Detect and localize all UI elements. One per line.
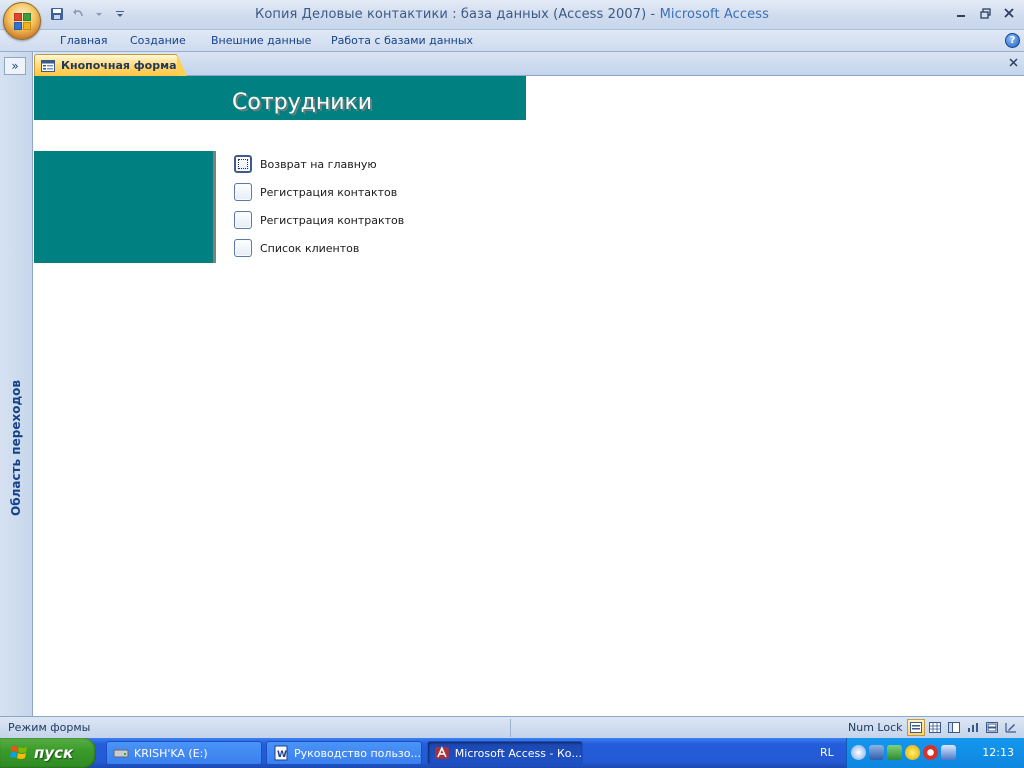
window-controls [950, 3, 1020, 23]
ribbon-tab-bar: Главная Создание Внешние данные Работа с… [0, 30, 1024, 52]
switchboard-label[interactable]: Список клиентов [260, 242, 359, 255]
access-icon [434, 746, 449, 759]
pivot-table-view-icon[interactable] [945, 719, 963, 736]
navigation-pane[interactable]: » Область переходов [0, 52, 33, 716]
tray-icons [851, 745, 956, 760]
window-title-app: Microsoft Access [659, 7, 769, 22]
taskbar-item-label: Microsoft Access - Ко... [454, 746, 582, 760]
switchboard-button-home[interactable] [234, 155, 252, 173]
pivot-chart-view-icon[interactable] [964, 719, 982, 736]
switchboard-item[interactable]: Список клиентов [234, 238, 359, 258]
status-divider [510, 719, 511, 737]
switchboard-label[interactable]: Регистрация контрактов [260, 214, 404, 227]
taskbar-item-label: KRISH'KA (E:) [134, 746, 208, 760]
switchboard-label[interactable]: Регистрация контактов [260, 186, 397, 199]
window-title: Копия Деловые контактики : база данных (… [0, 7, 1024, 22]
window-title-document: Копия Деловые контактики : база данных (… [255, 7, 647, 22]
form-view-icon[interactable] [907, 719, 925, 736]
safely-remove-icon[interactable] [887, 745, 902, 760]
tab-create[interactable]: Создание [130, 34, 186, 47]
windows-logo-icon [10, 746, 27, 759]
drive-icon [113, 749, 129, 758]
taskbar-item-word[interactable]: W Руководство пользо... [266, 741, 422, 765]
taskbar-item-label: Руководство пользо... [293, 746, 421, 760]
clock: 12:13 [982, 746, 1014, 759]
status-num-lock: Num Lock [848, 721, 903, 734]
datasheet-view-icon[interactable] [926, 719, 944, 736]
taskbar-item-access[interactable]: Microsoft Access - Ко... [427, 741, 583, 765]
document-tab-strip: Кнопочная форма [34, 52, 1024, 76]
nav-pane-expand-button[interactable]: » [4, 57, 26, 75]
antivirus-icon[interactable] [923, 745, 938, 760]
view-switcher [907, 719, 1020, 736]
system-tray: RL 12:13 [820, 738, 1024, 768]
window-title-separator: - [646, 7, 660, 22]
start-label: пуск [34, 744, 74, 762]
office-button[interactable] [3, 2, 41, 40]
switchboard-button-contacts[interactable] [234, 183, 252, 201]
close-icon[interactable] [998, 3, 1020, 23]
help-icon[interactable]: ? [1005, 33, 1020, 48]
start-button[interactable]: пуск [0, 738, 96, 768]
tab-switchboard-form[interactable]: Кнопочная форма [34, 54, 187, 76]
minimize-icon[interactable] [950, 3, 972, 23]
nav-pane-label[interactable]: Область переходов [9, 380, 23, 516]
tab-switchboard-label: Кнопочная форма [61, 59, 177, 72]
close-document-icon[interactable] [1009, 56, 1018, 71]
network-icon[interactable] [869, 745, 884, 760]
tab-home[interactable]: Главная [60, 34, 108, 47]
switchboard-item[interactable]: Регистрация контактов [234, 182, 397, 202]
taskbar: пуск KRISH'KA (E:) W Руководство пользо.… [0, 738, 1024, 768]
switchboard-label[interactable]: Возврат на главную [260, 158, 377, 171]
switchboard-item[interactable]: Регистрация контрактов [234, 210, 404, 230]
switchboard-button-contracts[interactable] [234, 211, 252, 229]
word-icon: W [274, 745, 288, 761]
status-bar: Режим формы Num Lock [0, 716, 1024, 738]
tray-arrow-icon[interactable] [851, 745, 866, 760]
restore-icon[interactable] [974, 3, 996, 23]
svg-text:W: W [277, 750, 287, 760]
switchboard-button-clients[interactable] [234, 239, 252, 257]
language-indicator[interactable]: RL [820, 746, 834, 759]
status-view-mode: Режим формы [8, 721, 91, 734]
title-bar: Копия Деловые контактики : база данных (… [0, 0, 1024, 30]
taskbar-item-drive[interactable]: KRISH'KA (E:) [106, 741, 262, 765]
switchboard-form: Сотрудники Возврат на главную Регистраци… [34, 76, 1024, 716]
form-icon [41, 59, 55, 72]
switchboard-item[interactable]: Возврат на главную [234, 154, 377, 174]
tab-database-tools[interactable]: Работа с базами данных [331, 34, 473, 47]
layout-view-icon[interactable] [983, 719, 1001, 736]
design-view-icon[interactable] [1002, 719, 1020, 736]
tab-external-data[interactable]: Внешние данные [211, 34, 311, 47]
form-title: Сотрудники [232, 90, 373, 115]
star-icon[interactable] [905, 745, 920, 760]
office-logo-icon [14, 13, 32, 31]
volume-icon[interactable] [941, 745, 956, 760]
form-side-panel [34, 151, 216, 263]
